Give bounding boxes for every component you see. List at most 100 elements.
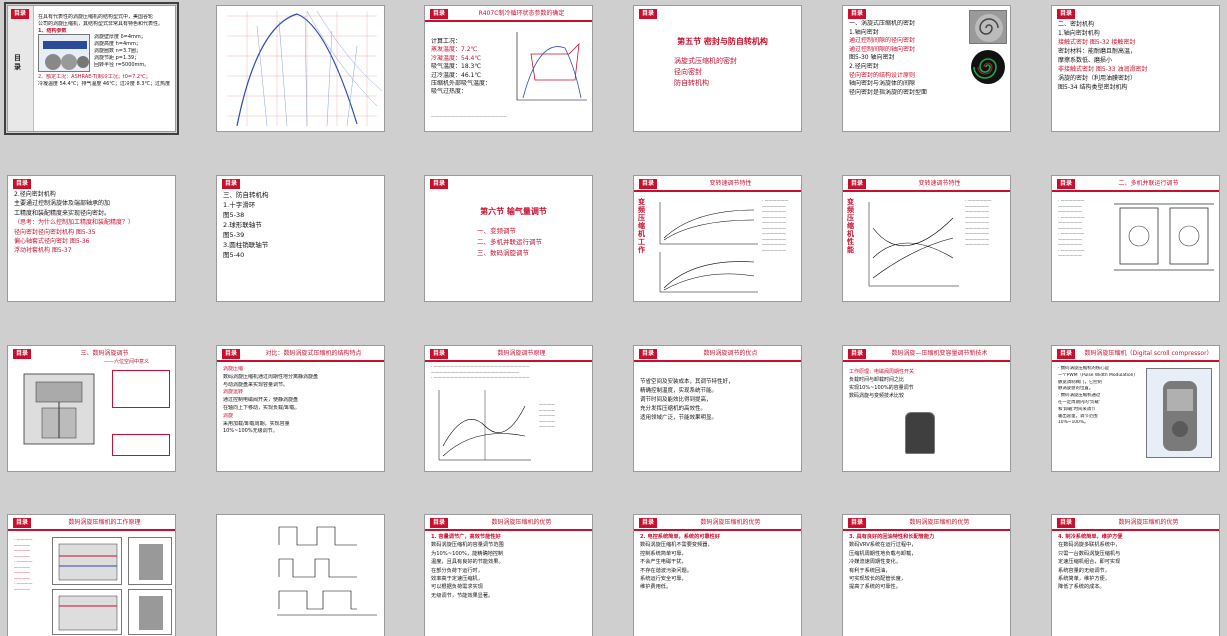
slide-line: 数码涡旋与变频技术比较 <box>849 393 905 399</box>
slide-thumbnail-2[interactable] <box>216 5 385 132</box>
slide-line: 防自转机构 <box>674 79 709 87</box>
slide-thumbnail-14[interactable]: 目录 对比：数码涡旋式压缩机的结构特点 涡旋压缩 数码涡旋压缩机通过周期性地分离… <box>216 345 385 472</box>
title-underline <box>1052 529 1219 531</box>
slide-line: 不存在谐波污染问题。 <box>640 567 692 574</box>
slide-line: 调节时间及能效比得到提高， <box>640 397 712 403</box>
slide-thumbnail-9[interactable]: 目录 第六节 输气量调节 一、变频调节 二、多机并联运行调节 三、数码涡旋调节 <box>424 175 593 302</box>
slide-line: 适用领域广泛，节能效果明显。 <box>640 415 718 421</box>
slide-badge: 目录 <box>848 179 867 189</box>
title-underline <box>843 529 1010 531</box>
slide-line: 脉宽调制阀门，它控制 <box>1058 379 1102 385</box>
spiral-seal-image <box>969 48 1007 86</box>
slide-line: 在数码涡旋多联机系统中， <box>1058 542 1121 549</box>
title-underline <box>425 529 592 531</box>
slide-thumbnail-22[interactable]: 目录 数码涡旋压缩机的优势 2. 电控系统简单，系统的可靠性好 数码涡旋压缩机不… <box>633 514 802 636</box>
title-underline <box>217 360 384 362</box>
slide-line: 系统简单，维护方便， <box>1058 576 1110 583</box>
slide-line: 压缩机周期性地负载与卸载， <box>849 550 917 557</box>
slide-thumbnail-6[interactable]: 目录 二、密封机构 1.轴向密封机构 接触式密封 图5-32 接触密封 密封材料… <box>1051 5 1220 132</box>
slide-line: 涡旋式压缩机的密封 <box>674 57 737 65</box>
slide-line: 可实现较长的配管长度， <box>849 576 907 583</box>
slide-subtitle: ——六位空间中意义 <box>104 359 150 365</box>
slide-line: 精确控制温度，实现系统节能。 <box>640 388 718 394</box>
title-underline <box>634 360 801 362</box>
slide-line: 4. 制冷系统简单，维护方便 <box>1058 534 1123 540</box>
slide-badge: 目录 <box>1057 179 1076 189</box>
slide-line: 静涡旋盘的位置。 <box>1058 386 1094 392</box>
slide-line: 二、多机并联运行调节 <box>477 238 542 246</box>
digital-scroll-cutaway-diagram <box>23 373 95 445</box>
load-unload-chart <box>438 390 531 461</box>
slide-title: 数码涡旋压缩机的优势 <box>491 519 552 526</box>
slide-side-label: 目录 <box>14 54 21 71</box>
slide-thumbnail-5[interactable]: 目录 一、涡旋式压缩机的密封 1.轴向密封 通过控制间隙的径向密封 通过控制间隙… <box>842 5 1011 132</box>
slide-thumbnail-16[interactable]: 目录 数码涡旋调节的优点 节省空间及安装成本，其调节特性好， 精确控制温度，实现… <box>633 345 802 472</box>
slide-line: 吸气过热度： <box>431 88 468 96</box>
slide-line: 过冷温度：46.1℃ <box>431 71 482 79</box>
slide-thumbnail-23[interactable]: 目录 数码涡旋压缩机的优势 3. 具有良好的回油特性和长配管能力 数码VRV系统… <box>842 514 1011 636</box>
slide-thumbnail-1[interactable]: 目录 目录 在具有代表性的涡旋压缩机的结构型式中，美国谷轮 公司的涡旋压缩机，其… <box>4 2 179 135</box>
slide-line: 控制系统简单可靠， <box>640 550 687 557</box>
slide-badge: 目录 <box>1057 518 1076 528</box>
slide-line: 和'卸载'时间来调节 <box>1058 406 1096 412</box>
slide-thumbnail-18[interactable]: 目录 数码涡旋压缩机（Digital scroll compressor） · … <box>1051 345 1220 472</box>
compressor-icon <box>139 544 163 580</box>
slide-line: 温度，且具有良好的节能效果。 <box>431 559 504 566</box>
slide-line: 吸气温度：18.3℃ <box>431 63 482 71</box>
title-underline <box>425 20 592 22</box>
slide-line: 数码涡旋压缩机不需要变频器， <box>640 542 713 549</box>
slide-title: 数码涡旋压缩机的工作原理 <box>68 519 141 526</box>
slide-thumbnail-10[interactable]: 目录 变转速调节特性 变频压缩机工作 · —————— —————— —————— —… <box>633 175 802 302</box>
slide-line: 无级调节，节能效果显著。 <box>431 592 494 599</box>
annotation-box <box>112 434 170 456</box>
slide-line: 冷凝温度 54.4℃；排气温度 46℃；过冷度 8.3℃；过热度 11.1℃） <box>38 81 170 88</box>
slide-line: 1.十字滑环 <box>223 201 256 209</box>
slide-badge: 目录 <box>1057 349 1076 359</box>
slide-line: 2.球形联轴节 <box>223 221 262 229</box>
scroll-icon <box>975 14 1003 42</box>
slide-line: 2. 电控系统简单，系统的可靠性好 <box>640 534 721 540</box>
slide-thumbnail-3[interactable]: 目录 R407C制冷循环状态参数的确定 计算工况： 蒸发温度：7.2℃ 冷凝温度… <box>424 5 593 132</box>
slide-thumbnail-15[interactable]: 目录 数码涡旋调节原理 · ———————————————————————— ——… <box>424 345 593 472</box>
slide-line: 在一定周期内的'负载' <box>1058 399 1100 405</box>
slide-line: 效率高于定速压缩机， <box>431 576 483 583</box>
slide-line: 冷凝温度：54.4℃ <box>431 54 482 62</box>
slide-line: （思考：为什么控制加工精度和装配精度？） <box>14 219 135 227</box>
speed-efficiency-chart <box>868 202 959 287</box>
slide-thumbnail-17[interactable]: 目录 数码涡旋—压缩机变容量调节新技术 工作原理：电磁阀周期性开关 负载时间与卸… <box>842 345 1011 472</box>
slide-thumbnail-19[interactable]: 目录 数码涡旋压缩机的工作原理 · ———— ———— ———— ———— · ————… <box>7 514 176 636</box>
piston-diagram <box>58 543 118 581</box>
slide-line: 负载时间与卸载时间之比 <box>849 377 905 383</box>
slide-line: 涡旋的密封（利用油膜密封） <box>1058 75 1137 82</box>
slide-line: 浮动衬套机构 图5-37 <box>14 247 72 255</box>
slide-badge: 目录 <box>430 9 449 19</box>
slide-line: 通过控制间隙的轴向密封 <box>849 45 916 53</box>
slide-thumbnail-13[interactable]: 目录 三、数码涡旋调节 ——六位空间中意义 <box>7 345 176 472</box>
slide-line: 一、涡旋式压缩机的密封 <box>849 20 916 27</box>
slide-line: 数码涡旋压缩机通过周期性地分离静涡旋盘 <box>223 373 319 380</box>
slide-thumbnail-12[interactable]: 目录 二、多机并联运行调节 · —————— —————— —————— · ————… <box>1051 175 1220 302</box>
title-underline <box>425 360 592 362</box>
slide-line: 涡旋 <box>223 412 234 419</box>
slide-thumbnail-21[interactable]: 目录 数码涡旋压缩机的优势 1. 容量调节广，高效节能性好 数码涡旋压缩机的容量… <box>424 514 593 636</box>
slide-line: 计算工况： <box>431 38 462 45</box>
slide-line: 偏心轴套式径向密封 图5-36 <box>14 238 90 246</box>
slide-thumbnail-7[interactable]: 目录 2.径向密封机构 主要通过控制涡旋体及端部轴承的加 工精度和装配精度来实现… <box>7 175 176 302</box>
slide-thumbnail-20[interactable] <box>216 514 385 636</box>
slide-thumbnail-11[interactable]: 目录 变转速调节特性 变频压缩机性能 · —————— —————— —————— —… <box>842 175 1011 302</box>
slide-line: 在部分负荷下运行时， <box>431 567 483 574</box>
slide-thumbnail-24[interactable]: 目录 数码涡旋压缩机的优势 4. 制冷系统简单，维护方便 在数码涡旋多联机系统中… <box>1051 514 1220 636</box>
slide-title: 变转速调节特性 <box>709 180 752 187</box>
slide-line: 1. 容量调节广，高效节能性好 <box>431 534 501 540</box>
slide-line: 图5-34 结构类型密封机构 <box>1058 84 1128 91</box>
slide-badge: 目录 <box>1057 9 1076 19</box>
slide-badge: 目录 <box>639 179 658 189</box>
slide-line: 10%~100%。 <box>1058 420 1089 426</box>
slide-line: 3. 具有良好的回油特性和长配管能力 <box>849 534 935 540</box>
slide-line: 2、额定工况：ASHRAE-T(制冷工况；t0=7.2℃； <box>38 74 151 81</box>
working-principle-image <box>128 537 172 585</box>
slide-line: 与动涡旋盘来实现容量调节。 <box>223 381 289 388</box>
slide-thumbnail-4[interactable]: 目录 第五节 密封与防自转机构 涡旋式压缩机的密封 径向密封 防自转机构 <box>633 5 802 132</box>
slide-thumbnail-8[interactable]: 目录 三、防自转机构 1.十字滑环 图5-38 2.球形联轴节 图5-39 3.… <box>216 175 385 302</box>
slide-line: 蒸发温度：7.2℃ <box>431 46 478 54</box>
